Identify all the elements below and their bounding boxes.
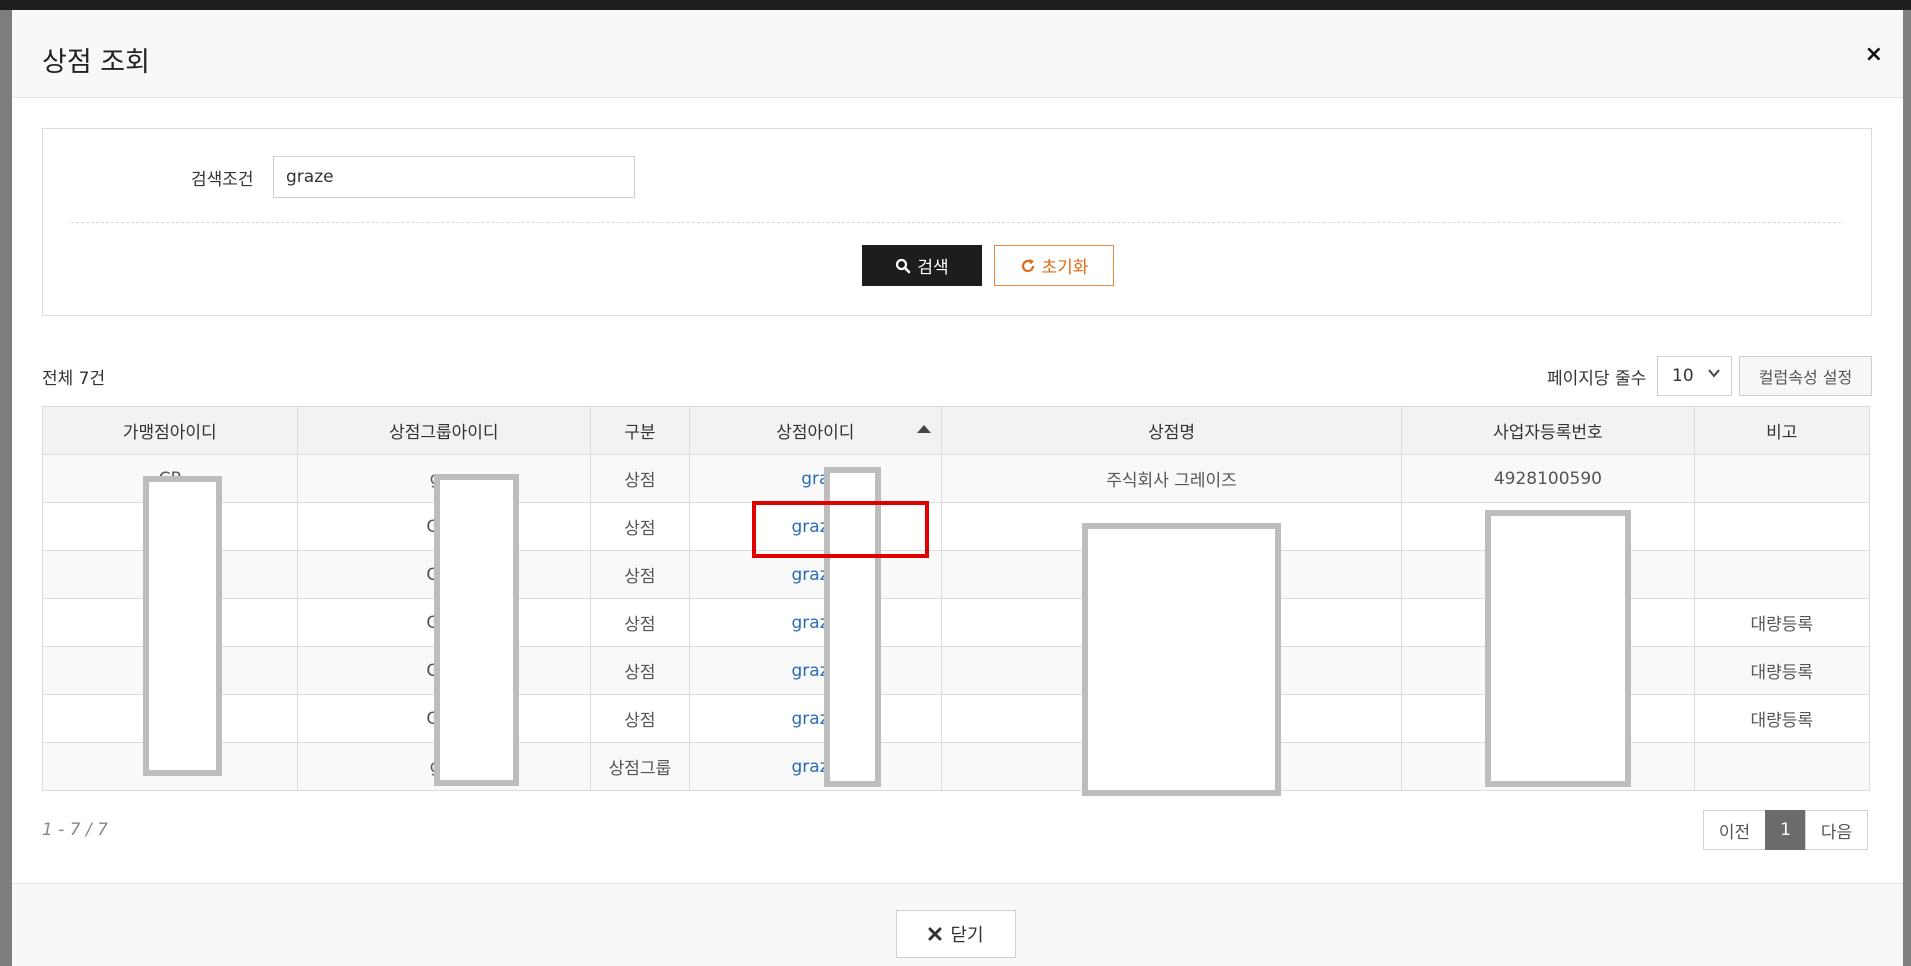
chevron-down-icon xyxy=(1707,366,1721,384)
search-condition-label: 검색조건 xyxy=(191,170,254,190)
cell-note: 대량등록 xyxy=(1693,598,1871,647)
pagination: 이전 1 다음 xyxy=(1703,810,1868,850)
redaction-group-id xyxy=(434,474,519,786)
cell-note xyxy=(1693,502,1871,551)
page-size-select[interactable]: 10 xyxy=(1657,356,1732,396)
reset-button-label: 초기화 xyxy=(1041,258,1089,278)
page-range: 1 - 7 / 7 xyxy=(42,820,108,840)
table-header-row: 가맹점아이디 상점그룹아이디 구분 상점아이디 상점명 사업자등록번호 비고 xyxy=(42,406,1871,455)
refresh-icon xyxy=(1021,258,1034,272)
redaction-franchise-id xyxy=(143,476,222,776)
modal-header: 상점 조회 × xyxy=(12,10,1903,98)
col-header-store-name[interactable]: 상점명 xyxy=(940,406,1403,455)
close-icon[interactable]: × xyxy=(1865,42,1883,67)
page-size-value: 10 xyxy=(1672,366,1694,386)
modal-title: 상점 조회 xyxy=(42,47,150,78)
page-size-label: 페이지당 줄수 xyxy=(1547,369,1647,389)
redaction-biz-no xyxy=(1485,510,1631,787)
cell-store-id-link[interactable]: graze xyxy=(688,742,942,791)
cell-type: 상점 xyxy=(590,694,690,743)
close-button[interactable]: 닫기 xyxy=(896,910,1016,958)
cell-note: 대량등록 xyxy=(1693,694,1871,743)
modal-footer: 닫기 xyxy=(12,883,1903,966)
next-page-button[interactable]: 다음 xyxy=(1805,810,1868,850)
cell-store-id-link[interactable]: graze xyxy=(688,646,942,695)
search-button[interactable]: 검색 xyxy=(862,245,982,286)
search-button-label: 검색 xyxy=(917,258,949,278)
total-count: 전체 7건 xyxy=(42,369,106,389)
cell-note xyxy=(1693,454,1871,503)
cell-type: 상점 xyxy=(590,550,690,599)
cell-type: 상점 xyxy=(590,598,690,647)
table-row[interactable]: CP gra 상점 gra 주식회사 그레이즈 4928100590 xyxy=(42,454,1871,503)
col-header-group-id[interactable]: 상점그룹아이디 xyxy=(296,406,592,455)
cell-type: 상점 xyxy=(590,646,690,695)
close-button-label: 닫기 xyxy=(950,925,984,946)
backdrop-top-bar xyxy=(0,0,1911,10)
cell-biz-no: 4928100590 xyxy=(1401,454,1695,503)
sort-asc-icon xyxy=(916,425,931,433)
cell-store-name: 주식회사 그레이즈 xyxy=(940,454,1403,503)
redaction-store-name xyxy=(1082,523,1281,796)
cell-store-id-link[interactable]: graze xyxy=(688,598,942,647)
cell-note: 대량등록 xyxy=(1693,646,1871,695)
cell-type: 상점 xyxy=(590,502,690,551)
prev-page-button[interactable]: 이전 xyxy=(1703,810,1766,850)
col-header-note[interactable]: 비고 xyxy=(1693,406,1871,455)
cell-type: 상점 xyxy=(590,454,690,503)
cell-type: 상점그룹 xyxy=(590,742,690,791)
cell-store-id-link[interactable]: graze xyxy=(688,694,942,743)
cell-store-id-link[interactable]: gra xyxy=(688,454,942,503)
search-icon xyxy=(896,258,911,273)
backdrop-left xyxy=(0,10,12,966)
search-panel: 검색조건 검색 초기화 xyxy=(42,128,1872,316)
cell-note xyxy=(1693,550,1871,599)
col-header-store-id[interactable]: 상점아이디 xyxy=(688,406,942,455)
col-header-biz-no[interactable]: 사업자등록번호 xyxy=(1401,406,1695,455)
search-divider xyxy=(71,222,1841,223)
search-input[interactable] xyxy=(273,156,635,198)
col-header-store-id-label: 상점아이디 xyxy=(776,423,855,443)
highlight-box xyxy=(752,501,929,558)
col-header-type[interactable]: 구분 xyxy=(590,406,690,455)
column-settings-button[interactable]: 컬럼속성 설정 xyxy=(1739,356,1872,396)
close-icon xyxy=(928,927,942,941)
reset-button[interactable]: 초기화 xyxy=(994,245,1114,286)
cell-note xyxy=(1693,742,1871,791)
store-lookup-modal: 상점 조회 × 검색조건 검색 초기화 전체 7건 페이지당 줄수 10 컬럼속… xyxy=(12,10,1903,966)
col-header-franchise-id[interactable]: 가맹점아이디 xyxy=(42,406,298,455)
page-1-button[interactable]: 1 xyxy=(1765,810,1806,850)
